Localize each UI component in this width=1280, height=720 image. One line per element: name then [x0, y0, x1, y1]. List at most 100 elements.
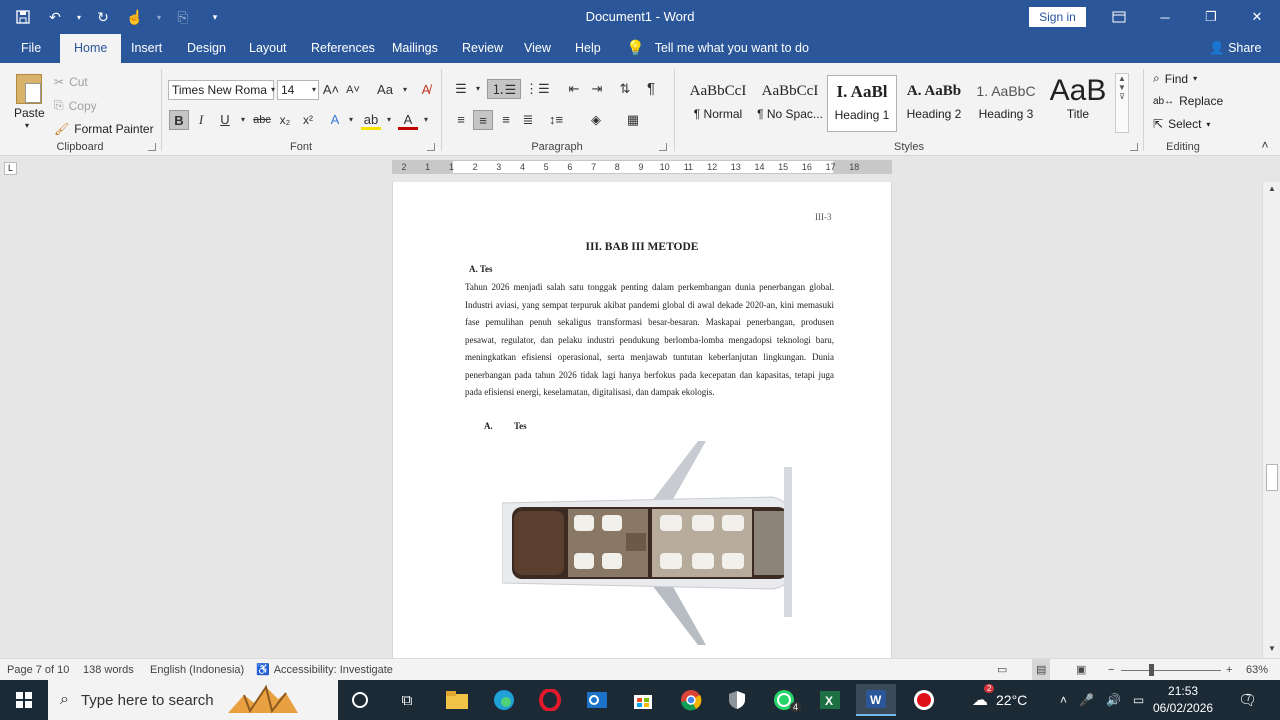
customize-qat-icon[interactable]: ▾	[202, 4, 228, 30]
web-layout-icon[interactable]: ▣	[1076, 659, 1086, 681]
microsoft-store-icon[interactable]	[623, 684, 663, 716]
scrollbar-thumb[interactable]	[1266, 464, 1278, 491]
word-icon[interactable]: W	[856, 684, 896, 716]
text-effects-dropdown-icon[interactable]: ▾	[341, 110, 361, 130]
highlight-icon[interactable]: ab	[361, 110, 381, 130]
change-case-button[interactable]: Aa	[373, 80, 397, 100]
document-page[interactable]: III-3 III. BAB III METODE A. Tes Tahun 2…	[392, 182, 892, 658]
scroll-up-icon[interactable]: ▲	[1263, 182, 1280, 196]
decrease-indent-icon[interactable]: ⇤	[564, 79, 584, 99]
align-left-icon[interactable]: ≡	[451, 110, 471, 130]
file-explorer-icon[interactable]	[437, 684, 477, 716]
whatsapp-icon[interactable]: 4	[764, 684, 804, 716]
format-painter-button[interactable]: 🖌 Format Painter	[54, 122, 154, 136]
show-hidden-icons-icon[interactable]: ˄	[1060, 693, 1067, 707]
copy-button[interactable]: ⎘ Copy	[54, 98, 97, 113]
outlook-icon[interactable]	[577, 684, 617, 716]
clear-formatting-icon[interactable]: A̸	[416, 80, 436, 100]
body-paragraph[interactable]: Tahun 2026 menjadi salah satu tonggak pe…	[465, 279, 834, 402]
security-shield-icon[interactable]	[717, 684, 757, 716]
zoom-slider-thumb[interactable]	[1149, 664, 1155, 676]
style-title[interactable]: AaB Title	[1043, 75, 1113, 132]
line-spacing-icon[interactable]: ↕≡	[546, 110, 566, 130]
section-heading[interactable]: A. Tes	[469, 264, 493, 274]
shrink-font-icon[interactable]: A˅	[343, 80, 363, 100]
edge-icon[interactable]	[484, 684, 524, 716]
styles-gallery-scroll[interactable]: ▲ ▼ ⊽	[1115, 73, 1129, 133]
tab-mailings[interactable]: Mailings	[392, 34, 438, 63]
align-center-icon[interactable]: ≡	[473, 110, 493, 130]
font-name-select[interactable]: Times New Roma	[168, 80, 274, 100]
ribbon-display-options-icon[interactable]	[1096, 0, 1142, 34]
format-painter-qat-icon[interactable]: ⎘	[170, 4, 196, 30]
tab-file[interactable]: File	[21, 34, 41, 63]
multilevel-list-icon[interactable]: ⋮☰	[525, 79, 550, 99]
excel-icon[interactable]: X	[810, 684, 850, 716]
tab-view[interactable]: View	[524, 34, 551, 63]
close-icon[interactable]: ✕	[1234, 0, 1280, 34]
subscript-button[interactable]: x₂	[275, 110, 295, 130]
language-indicator[interactable]: English (Indonesia)	[150, 659, 244, 681]
undo-dropdown-icon[interactable]: ▾	[74, 4, 84, 30]
italic-button[interactable]: I	[191, 110, 211, 130]
chapter-heading[interactable]: III. BAB III METODE	[393, 241, 891, 253]
minimize-icon[interactable]: ─	[1142, 0, 1188, 34]
zoom-in-icon[interactable]: +	[1226, 659, 1232, 681]
tab-review[interactable]: Review	[462, 34, 503, 63]
weather-widget[interactable]: ☁ 2 22°C	[972, 680, 1027, 720]
vertical-scrollbar[interactable]: ▲ ▼	[1262, 182, 1280, 658]
numbering-icon[interactable]: ⒈☰	[487, 79, 521, 99]
font-color-icon[interactable]: A	[398, 110, 418, 130]
change-case-dropdown-icon[interactable]: ▾	[395, 80, 415, 100]
paste-dropdown-icon[interactable]: ▾	[25, 121, 29, 130]
shading-icon[interactable]: ◈	[586, 110, 606, 130]
start-button[interactable]	[0, 680, 48, 720]
grow-font-icon[interactable]: A˄	[321, 80, 341, 100]
tab-layout[interactable]: Layout	[249, 34, 287, 63]
highlight-dropdown-icon[interactable]: ▾	[379, 110, 399, 130]
underline-button[interactable]: U	[215, 110, 235, 130]
microphone-icon[interactable]: 🎤	[1079, 693, 1094, 707]
sort-icon[interactable]: ⇅	[615, 79, 635, 99]
document-canvas[interactable]: III-3 III. BAB III METODE A. Tes Tahun 2…	[0, 182, 1262, 658]
print-layout-icon[interactable]: ▤	[1032, 659, 1051, 681]
word-count[interactable]: 138 words	[83, 659, 134, 681]
justify-icon[interactable]: ≣	[518, 110, 538, 130]
zoom-out-icon[interactable]: −	[1108, 659, 1114, 681]
zoom-level[interactable]: 63%	[1246, 659, 1268, 681]
tab-insert[interactable]: Insert	[131, 34, 162, 63]
show-formatting-marks-icon[interactable]: ¶	[641, 79, 661, 99]
touch-dropdown-icon[interactable]: ▾	[154, 4, 164, 30]
style-no-spacing[interactable]: AaBbCcI ¶ No Spac...	[755, 75, 825, 132]
font-dialog-launcher-icon[interactable]	[427, 143, 435, 151]
style-normal[interactable]: AaBbCcI ¶ Normal	[683, 75, 753, 132]
increase-indent-icon[interactable]: ⇥	[587, 79, 607, 99]
accessibility-checker[interactable]: ♿ Accessibility: Investigate	[256, 659, 393, 681]
style-heading-2[interactable]: A. AaBb Heading 2	[899, 75, 969, 132]
screen-recorder-icon[interactable]	[904, 684, 944, 716]
style-heading-3[interactable]: 1. AaBbC Heading 3	[971, 75, 1041, 132]
undo-icon[interactable]: ↶	[42, 4, 68, 30]
network-icon[interactable]: ▭	[1133, 693, 1144, 707]
font-color-dropdown-icon[interactable]: ▾	[416, 110, 436, 130]
taskbar-search-box[interactable]: ⌕ Type here to search	[48, 680, 338, 720]
touch-mode-icon[interactable]: ☝	[122, 4, 148, 30]
bullets-dropdown-icon[interactable]: ▾	[468, 79, 488, 99]
superscript-button[interactable]: x²	[298, 110, 318, 130]
tab-home[interactable]: Home	[60, 34, 122, 63]
paste-icon[interactable]	[16, 74, 42, 104]
sign-in-button[interactable]: Sign in	[1029, 7, 1086, 27]
clock[interactable]: 21:53 06/02/2026	[1153, 683, 1213, 717]
collapse-ribbon-icon[interactable]: ˄	[1255, 135, 1275, 155]
redo-icon[interactable]: ↻	[90, 4, 116, 30]
find-button[interactable]: ⌕ Find ▾	[1153, 71, 1197, 86]
save-icon[interactable]	[10, 4, 36, 30]
chrome-icon[interactable]	[671, 684, 711, 716]
volume-icon[interactable]: 🔊	[1106, 693, 1121, 707]
underline-dropdown-icon[interactable]: ▾	[233, 110, 253, 130]
bold-button[interactable]: B	[169, 110, 189, 130]
tell-me-search[interactable]: 💡 Tell me what you want to do	[626, 34, 809, 63]
zoom-slider-track[interactable]	[1121, 670, 1221, 671]
style-heading-1[interactable]: I. AaBl Heading 1	[827, 75, 897, 132]
restore-icon[interactable]: ❐	[1188, 0, 1234, 34]
